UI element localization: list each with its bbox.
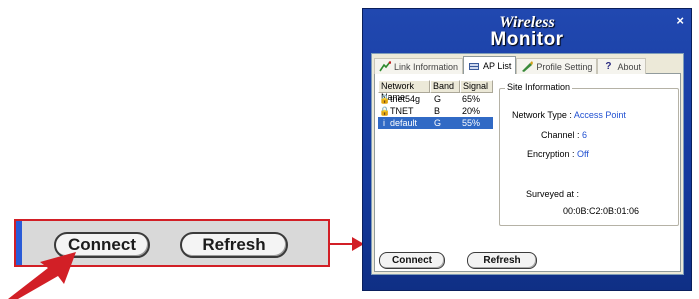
table-row[interactable]: 🔒 tnet54g G 65% bbox=[378, 93, 493, 105]
ap-list-icon bbox=[468, 61, 480, 72]
channel-value: 6 bbox=[582, 130, 588, 140]
main-panel: Link Information AP List Profile Setting… bbox=[371, 53, 684, 275]
tab-link-information[interactable]: Link Information bbox=[374, 58, 464, 74]
tab-about[interactable]: ? About bbox=[597, 58, 646, 74]
row-band: G bbox=[434, 94, 442, 104]
column-header-network-name[interactable]: Network Name bbox=[378, 80, 430, 102]
secured-ap-icon: 🔒 bbox=[379, 106, 391, 116]
table-row[interactable]: i default G 55% bbox=[378, 117, 493, 129]
tab-about-label: About bbox=[617, 61, 641, 72]
table-row[interactable]: 🔒 TNET B 20% bbox=[378, 105, 493, 117]
question-icon: ? bbox=[605, 61, 612, 72]
logo-monitor: Monitor bbox=[490, 29, 564, 50]
mac-address-value: 00:0B:C2:0B:01:06 bbox=[563, 206, 640, 216]
row-name-cell: 🔒 tnet54g bbox=[378, 93, 430, 105]
profile-icon bbox=[521, 61, 534, 72]
column-header-signal[interactable]: Signal bbox=[460, 80, 493, 93]
row-name: default bbox=[390, 118, 418, 128]
close-icon[interactable]: × bbox=[676, 14, 684, 27]
open-ap-icon: i bbox=[383, 118, 385, 128]
tab-bar: Link Information AP List Profile Setting… bbox=[374, 56, 681, 75]
ap-list-table: Network Name Band Signal 🔒 tnet54g G 65%… bbox=[378, 80, 493, 230]
row-signal: 55% bbox=[462, 118, 481, 128]
row-name: TNET bbox=[390, 106, 414, 116]
row-band: B bbox=[434, 106, 441, 116]
column-header-band[interactable]: Band bbox=[430, 80, 460, 93]
row-name: tnet54g bbox=[390, 94, 421, 104]
row-signal: 65% bbox=[462, 94, 481, 104]
channel-row: Channel : 6 bbox=[541, 130, 587, 140]
tab-ap-list[interactable]: AP List bbox=[463, 56, 517, 75]
network-type-row: Network Type : Access Point bbox=[512, 110, 626, 120]
secured-ap-icon: 🔒 bbox=[379, 94, 391, 104]
tab-ap-list-label: AP List bbox=[483, 61, 512, 71]
tab-link-information-label: Link Information bbox=[394, 61, 459, 72]
network-type-value: Access Point bbox=[573, 110, 626, 120]
wireless-monitor-window: Wireless Monitor × Link Information AP L… bbox=[362, 8, 692, 291]
site-information-group: Site Information Network Type : Access P… bbox=[499, 82, 679, 226]
encryption-row: Encryption : Off bbox=[527, 149, 589, 159]
site-information-legend: Site Information bbox=[505, 82, 573, 92]
app-logo: Wireless Monitor bbox=[363, 15, 691, 50]
tab-profile-setting-label: Profile Setting bbox=[536, 61, 593, 72]
row-signal: 20% bbox=[462, 106, 481, 116]
pointer-arrow-icon bbox=[8, 252, 76, 299]
row-name-cell: 🔒 TNET bbox=[378, 105, 430, 117]
tab-profile-setting[interactable]: Profile Setting bbox=[516, 58, 598, 74]
connect-button[interactable]: Connect bbox=[379, 252, 445, 269]
zoom-refresh-button[interactable]: Refresh bbox=[180, 232, 288, 258]
logo-wireless: Wireless bbox=[499, 14, 555, 31]
refresh-button[interactable]: Refresh bbox=[467, 252, 537, 269]
row-band: G bbox=[434, 118, 442, 128]
encryption-label: Encryption : bbox=[527, 149, 575, 159]
channel-label: Channel : bbox=[541, 130, 580, 140]
network-type-label: Network Type : bbox=[512, 110, 572, 120]
encryption-value: Off bbox=[577, 149, 589, 159]
ap-list-content: Network Name Band Signal 🔒 tnet54g G 65%… bbox=[374, 74, 681, 272]
ap-list-header: Network Name Band Signal bbox=[378, 80, 493, 102]
callout-connector-line bbox=[330, 243, 354, 245]
surveyed-at-label: Surveyed at : bbox=[526, 189, 580, 199]
row-name-cell: i default bbox=[378, 117, 430, 129]
link-icon bbox=[379, 61, 392, 72]
